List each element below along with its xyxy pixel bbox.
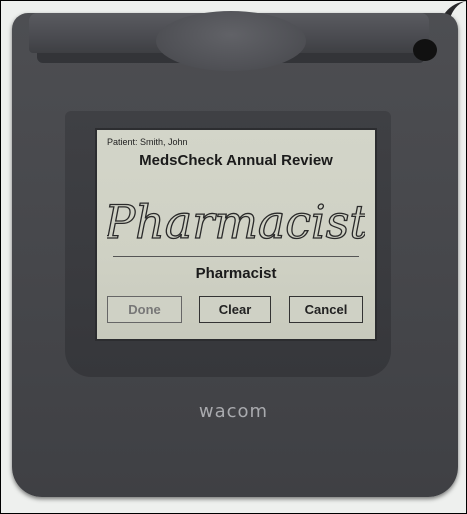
done-button[interactable]: Done [107,296,182,323]
photo-frame: Patient: Smith, John MedsCheck Annual Re… [0,0,467,514]
brand-logo: wacom [198,401,269,422]
pen-holder-bump [156,11,306,71]
signer-role-label: Pharmacist [195,265,277,282]
lcd-screen: Patient: Smith, John MedsCheck Annual Re… [95,128,377,341]
signature-canvas[interactable]: Pharmacist [107,180,365,256]
signature-line [113,256,359,257]
patient-name-label: Patient: Smith, John [107,137,188,147]
form-title: MedsCheck Annual Review [139,152,333,169]
clear-button[interactable]: Clear [199,296,271,323]
cancel-button[interactable]: Cancel [289,296,363,323]
pen-tether-hole [413,39,437,61]
handwritten-signature: Pharmacist [107,195,365,249]
